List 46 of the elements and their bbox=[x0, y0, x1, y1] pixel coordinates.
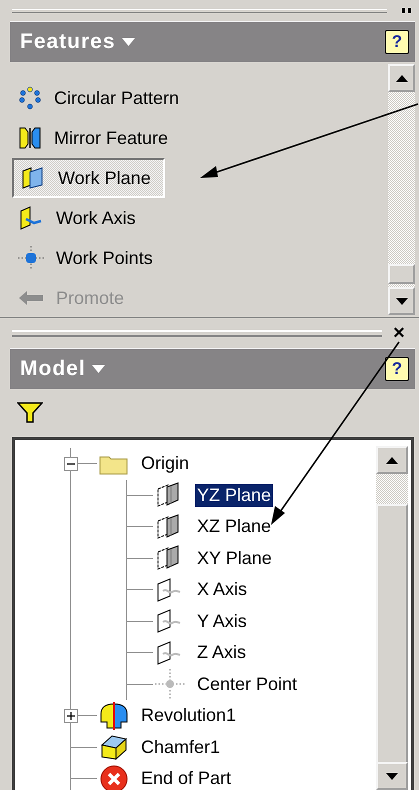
up-arrow-icon bbox=[396, 74, 408, 82]
tree-item[interactable]: XZ Plane bbox=[195, 515, 274, 538]
scroll-down-button[interactable] bbox=[376, 762, 408, 790]
scrollbar[interactable] bbox=[376, 446, 408, 790]
point-icon bbox=[18, 246, 44, 270]
scroll-up-button[interactable] bbox=[388, 64, 415, 92]
tree-item[interactable]: Z Axis bbox=[195, 641, 248, 664]
panel-title[interactable]: Model bbox=[20, 357, 86, 381]
point-icon bbox=[155, 669, 185, 700]
feature-item[interactable]: Work Points bbox=[12, 238, 165, 278]
caret-icon[interactable] bbox=[122, 38, 135, 46]
arrow-left-icon bbox=[18, 288, 44, 308]
filter-icon[interactable] bbox=[17, 402, 43, 424]
tree-item[interactable]: Revolution1 bbox=[139, 704, 238, 728]
axis-icon bbox=[18, 206, 44, 230]
tree-item[interactable]: Y Axis bbox=[195, 610, 249, 633]
mirror-icon bbox=[18, 126, 42, 150]
expand-icon[interactable] bbox=[64, 708, 78, 723]
chamfer-icon bbox=[98, 733, 130, 762]
down-arrow-icon bbox=[396, 298, 408, 304]
feature-item[interactable]: Work Axis bbox=[12, 198, 148, 238]
close-button[interactable]: × bbox=[388, 322, 410, 344]
grip-icon[interactable] bbox=[401, 8, 413, 14]
tree-item[interactable]: Center Point bbox=[195, 672, 300, 696]
feature-item[interactable]: Mirror Feature bbox=[12, 118, 180, 158]
panel-title[interactable]: Features bbox=[20, 30, 116, 54]
collapse-icon[interactable] bbox=[64, 456, 78, 471]
tree-item[interactable]: XY Plane bbox=[195, 546, 274, 570]
help-button[interactable]: ? bbox=[385, 357, 409, 381]
help-button[interactable]: ? bbox=[385, 30, 409, 54]
feature-item[interactable]: Work Plane bbox=[12, 158, 165, 198]
tree-item[interactable]: YZ Plane bbox=[195, 484, 274, 507]
feature-item[interactable]: Circular Pattern bbox=[12, 78, 192, 118]
tree-item[interactable]: X Axis bbox=[195, 578, 250, 602]
tree-item[interactable]: Origin bbox=[139, 452, 192, 476]
revolved-part-icon bbox=[98, 702, 130, 730]
scroll-down-button[interactable] bbox=[388, 287, 415, 315]
tree-item[interactable]: Chamfer1 bbox=[139, 736, 222, 759]
scroll-up-button[interactable] bbox=[376, 446, 408, 474]
down-arrow-icon bbox=[386, 772, 398, 780]
tree-item[interactable]: End of Part bbox=[139, 767, 234, 790]
scroll-thumb[interactable] bbox=[388, 264, 415, 284]
caret-icon[interactable] bbox=[92, 365, 105, 373]
circular-pattern-icon bbox=[18, 86, 42, 110]
up-arrow-icon bbox=[386, 456, 398, 464]
scrollbar[interactable] bbox=[388, 64, 415, 315]
